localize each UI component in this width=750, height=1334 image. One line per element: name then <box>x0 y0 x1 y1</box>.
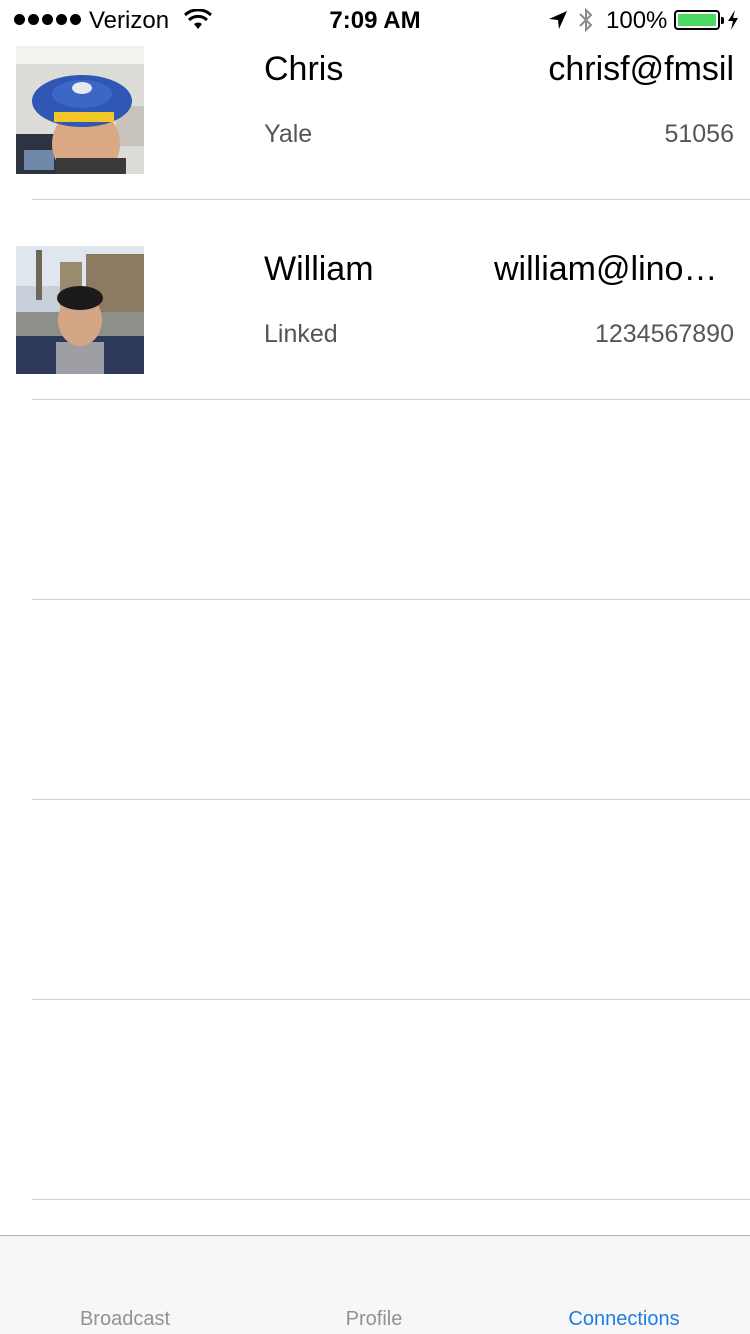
tab-broadcast[interactable]: Broadcast <box>25 1308 225 1331</box>
avatar-william <box>16 246 144 374</box>
connection-phone: 1234567890 <box>594 320 734 348</box>
battery-icon <box>674 10 724 30</box>
row-separator <box>32 1199 750 1200</box>
connection-email: william@linoandosmith.com <box>494 250 734 288</box>
charging-bolt-icon <box>728 10 738 30</box>
status-bar: Verizon 7:09 AM 100% <box>0 0 750 40</box>
tab-bar: Broadcast Profile Connections <box>0 1235 750 1334</box>
connections-list[interactable]: Chris chrisf@fmsil Yale 51056 William wi… <box>0 0 750 1235</box>
tab-connections[interactable]: Connections <box>524 1308 724 1331</box>
connection-name: William <box>264 250 374 288</box>
empty-row <box>0 800 750 1000</box>
empty-row <box>0 600 750 800</box>
connection-row-william[interactable]: William william@linoandosmith.com Linked… <box>0 200 750 400</box>
tab-profile[interactable]: Profile <box>274 1308 474 1331</box>
bluetooth-icon <box>579 7 593 33</box>
connection-phone: 51056 <box>664 120 734 148</box>
location-arrow-icon <box>549 11 567 29</box>
connection-name: Chris <box>264 50 344 88</box>
connection-organization: Yale <box>264 120 313 148</box>
avatar-chris <box>16 46 144 174</box>
connection-organization: Linked <box>264 320 338 348</box>
empty-row <box>0 1000 750 1200</box>
empty-row <box>0 400 750 600</box>
connection-email: chrisf@fmsil <box>548 50 734 88</box>
battery-percent: 100% <box>606 7 668 34</box>
